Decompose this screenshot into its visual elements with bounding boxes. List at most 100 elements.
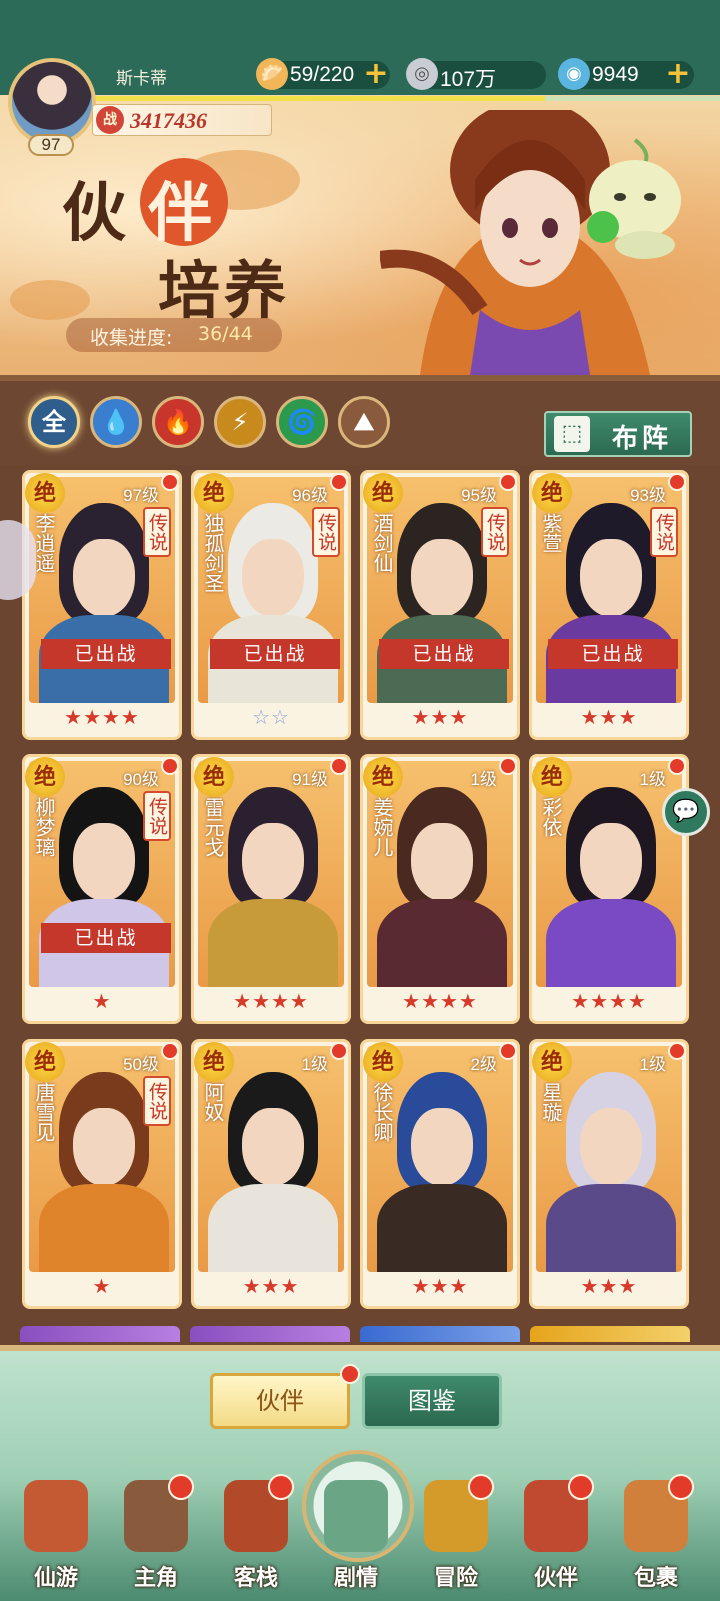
- partner-card[interactable]: 柳梦璃 绝 90级 传说 已出战 ★: [22, 754, 182, 1024]
- partner-name: 徐长卿: [370, 1082, 394, 1142]
- partner-card[interactable]: 徐长卿 绝 2级 ★★★: [360, 1039, 520, 1309]
- portrait-robe: [208, 1184, 338, 1272]
- deployed-banner: 已出战: [379, 639, 509, 669]
- partner-level: 50级: [123, 1055, 159, 1074]
- rarity-badge: 绝: [25, 473, 65, 513]
- rarity-badge: 绝: [363, 1042, 403, 1082]
- rarity-badge: 绝: [363, 473, 403, 513]
- notification-dot: [499, 473, 517, 491]
- partner-card[interactable]: 彩依 绝 1级 ★★★★: [529, 754, 689, 1024]
- star-rating: ★★★★: [64, 705, 140, 729]
- partner-level: 93级: [630, 486, 666, 505]
- notification-dot: [161, 1042, 179, 1060]
- partner-level: 1级: [639, 1055, 666, 1074]
- star-rating: ★★★★: [402, 989, 478, 1013]
- notification-dot: [668, 1042, 686, 1060]
- partner-name: 独孤剑圣: [201, 513, 225, 593]
- legend-badge: 传说: [143, 1076, 171, 1126]
- partner-card[interactable]: 独孤剑圣 绝 96级 传说 已出战 ☆☆: [191, 470, 351, 740]
- partner-card[interactable]: 唐雪见 绝 50级 传说 ★: [22, 1039, 182, 1309]
- deployed-banner: 已出战: [210, 639, 340, 669]
- scroll-icon: [24, 1480, 88, 1552]
- notification-dot: [330, 757, 348, 775]
- legend-badge: 传说: [312, 507, 340, 557]
- partner-card[interactable]: 紫萱 绝 93级 传说 已出战 ★★★: [529, 470, 689, 740]
- partner-card[interactable]: 阿奴 绝 1级 ★★★: [191, 1039, 351, 1309]
- partner-card[interactable]: 雷元戈 绝 91级 ★★★★: [191, 754, 351, 1024]
- nav-label: 主角: [133, 1566, 178, 1591]
- page-title-char: 伙: [62, 176, 126, 251]
- legend-badge: 传说: [143, 791, 171, 841]
- sprite-mascot-art: [587, 138, 681, 259]
- nav-item-gourd[interactable]: 冒险: [406, 1474, 506, 1600]
- formation-label: 布阵: [612, 424, 673, 454]
- portrait-face: [580, 1108, 642, 1186]
- partner-level: 97级: [123, 486, 159, 505]
- star-rating: ☆☆: [252, 705, 290, 729]
- partner-card[interactable]: 李逍遥 绝 97级 传说 已出战 ★★★★: [22, 470, 182, 740]
- add-jade-button[interactable]: +: [664, 58, 692, 90]
- collect-progress-value: 36/44: [198, 323, 253, 345]
- rarity-badge: 绝: [25, 1042, 65, 1082]
- rarity-badge: 绝: [194, 757, 234, 797]
- nav-item-scroll[interactable]: 仙游: [6, 1480, 106, 1600]
- nav-item-cards[interactable]: 伙伴: [506, 1474, 606, 1600]
- partner-card[interactable]: 星璇 绝 1级 ★★★: [529, 1039, 689, 1309]
- filter-fire-button[interactable]: 🔥: [152, 396, 204, 448]
- rarity-badge: 绝: [532, 473, 572, 513]
- nav-item-inn[interactable]: 客栈: [206, 1474, 306, 1600]
- player-avatar[interactable]: [8, 58, 96, 146]
- resource-jade-value: 9949: [592, 63, 639, 86]
- card-peek: [20, 1326, 180, 1342]
- notification-dot: [161, 757, 179, 775]
- tab-codex[interactable]: 图鉴: [362, 1373, 502, 1429]
- nav-label: 仙游: [33, 1566, 78, 1591]
- notification-dot: [668, 473, 686, 491]
- portrait-face: [242, 823, 304, 901]
- notification-dot: [499, 1042, 517, 1060]
- chat-bubble-icon[interactable]: 💬: [662, 788, 710, 836]
- notification-dot: [568, 1474, 594, 1500]
- star-rating: ★★★: [242, 1274, 300, 1298]
- partner-card[interactable]: 姜婉儿 绝 1级 ★★★★: [360, 754, 520, 1024]
- notification-dot: [330, 473, 348, 491]
- partner-level: 95级: [461, 486, 497, 505]
- nav-label: 剧情: [333, 1566, 378, 1591]
- portrait-face: [411, 823, 473, 901]
- nav-item-story[interactable]: 剧情: [306, 1480, 406, 1600]
- star-rating: ★★★: [580, 1274, 638, 1298]
- filter-thunder-button[interactable]: ⚡: [214, 396, 266, 448]
- partner-name: 酒剑仙: [370, 513, 394, 573]
- portrait-robe: [39, 1184, 169, 1272]
- page-title-line2: 培养: [158, 254, 291, 327]
- resource-coin-value: 107万: [440, 68, 497, 91]
- filter-wind-button[interactable]: 🌀: [276, 396, 328, 448]
- deployed-banner: 已出战: [41, 639, 171, 669]
- filter-all-button[interactable]: 全: [28, 396, 80, 448]
- coin-icon: ◎: [406, 58, 438, 90]
- portrait-face: [242, 539, 304, 617]
- legend-badge: 传说: [650, 507, 678, 557]
- star-rating: ★★★: [580, 705, 638, 729]
- notification-dot: [668, 757, 686, 775]
- notification-dot: [268, 1474, 294, 1500]
- floating-assistant-button[interactable]: [0, 520, 36, 600]
- star-rating: ★★★★: [571, 989, 647, 1013]
- collect-progress-label: 收集进度:: [90, 327, 173, 349]
- partner-name: 柳梦璃: [32, 797, 56, 857]
- partner-card[interactable]: 酒剑仙 绝 95级 传说 已出战 ★★★: [360, 470, 520, 740]
- portrait-face: [73, 1108, 135, 1186]
- nav-item-bag[interactable]: 包裹: [606, 1474, 706, 1600]
- power-value: 3417436: [130, 108, 207, 133]
- notification-dot: [340, 1364, 360, 1384]
- add-stamina-button[interactable]: +: [362, 58, 390, 90]
- tab-partner[interactable]: 伙伴: [210, 1373, 350, 1429]
- rarity-badge: 绝: [194, 1042, 234, 1082]
- filter-earth-button[interactable]: ⛰: [338, 396, 390, 448]
- partner-level: 91级: [292, 770, 328, 789]
- partner-name: 唐雪见: [32, 1082, 56, 1142]
- nav-item-hero[interactable]: 主角: [106, 1474, 206, 1600]
- filter-water-button[interactable]: 💧: [90, 396, 142, 448]
- card-peek: [190, 1326, 350, 1342]
- notification-dot: [668, 1474, 694, 1500]
